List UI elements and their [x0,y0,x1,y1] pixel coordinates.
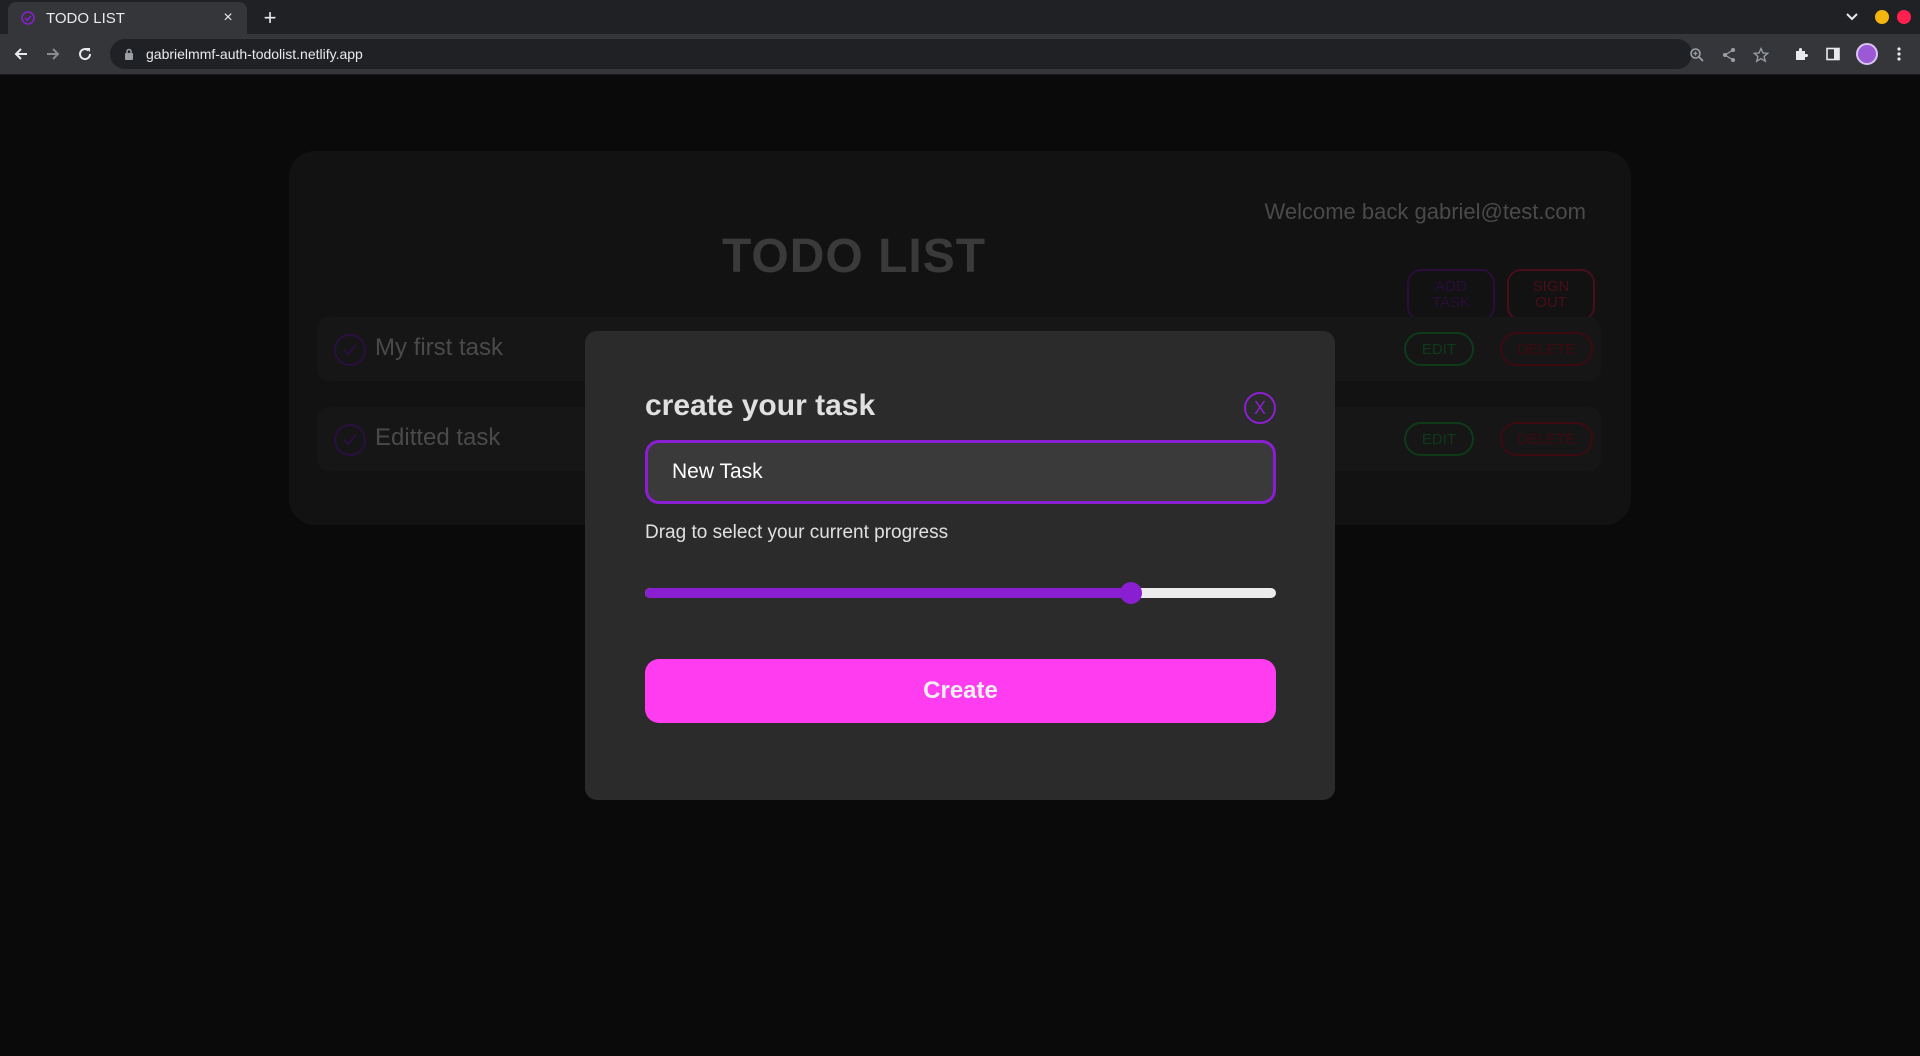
new-tab-button[interactable]: + [258,5,282,30]
delete-button[interactable]: DELETE [1500,332,1593,366]
edit-button[interactable]: EDIT [1404,422,1474,456]
forward-arrow-icon[interactable] [40,41,66,67]
welcome-text: Welcome back gabriel@test.com [1264,199,1587,224]
profile-avatar[interactable] [1856,43,1878,65]
browser-toolbar: gabrielmmf-auth-todolist.netlify.app [0,34,1920,74]
share-icon[interactable] [1720,46,1738,64]
tab-close-icon[interactable]: × [219,9,237,27]
url-text: gabrielmmf-auth-todolist.netlify.app [146,46,363,62]
task-checkbox[interactable] [334,424,366,456]
page-title: TODO LIST [721,230,987,283]
browser-tab-bar: TODO LIST × + [0,0,1920,34]
tab-title: TODO LIST [46,9,125,27]
create-task-modal: create your task X Drag to select your c… [585,331,1335,800]
slider-thumb[interactable] [1119,582,1142,604]
edit-button[interactable]: EDIT [1404,332,1474,366]
add-task-button[interactable]: ADD TASK [1407,269,1495,321]
close-modal-button[interactable]: X [1244,392,1276,424]
slider-fill [645,588,1131,598]
extensions-puzzle-icon[interactable] [1792,45,1810,63]
window-minimize-button[interactable] [1875,10,1889,24]
window-close-button[interactable] [1897,10,1911,24]
back-arrow-icon[interactable] [8,41,34,67]
zoom-icon[interactable] [1688,46,1706,64]
menu-dots-icon[interactable] [1890,45,1908,63]
sign-out-button[interactable]: SIGN OUT [1507,269,1595,321]
lock-icon [122,47,136,61]
task-name-input[interactable] [645,440,1276,504]
task-text: My first task [375,334,504,361]
task-text: Editted task [375,424,501,451]
chevron-down-icon[interactable] [1842,8,1862,26]
reload-icon[interactable] [72,41,98,67]
side-panel-icon[interactable] [1824,45,1842,63]
create-button[interactable]: Create [645,659,1276,723]
task-checkbox[interactable] [334,334,366,366]
progress-slider[interactable] [645,582,1276,604]
bookmark-star-icon[interactable] [1752,46,1770,64]
check-circle-icon [20,10,36,26]
browser-tab[interactable]: TODO LIST × [8,2,247,34]
modal-title: create your task [645,389,876,422]
address-bar[interactable]: gabrielmmf-auth-todolist.netlify.app [110,39,1769,69]
progress-label: Drag to select your current progress [645,522,949,543]
delete-button[interactable]: DELETE [1500,422,1593,456]
